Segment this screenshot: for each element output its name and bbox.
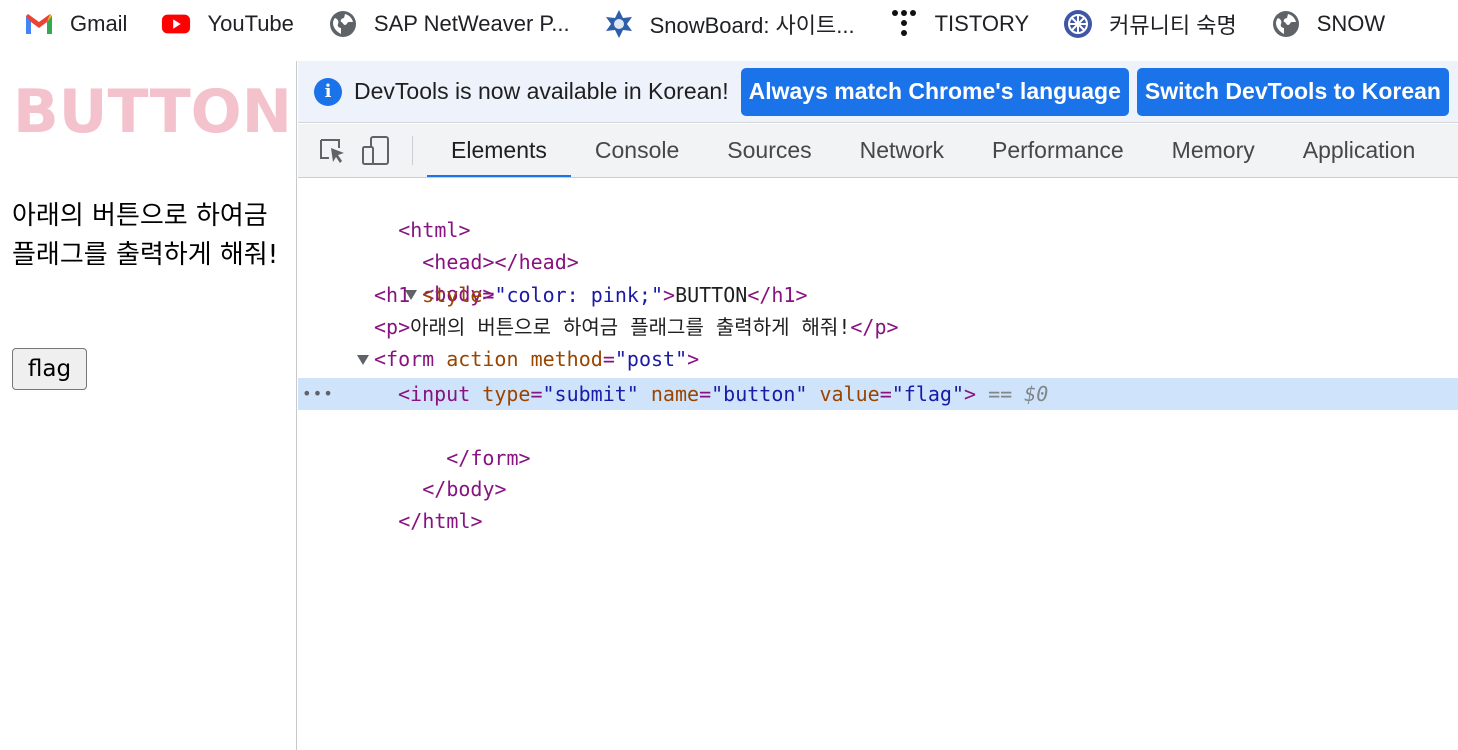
devtools-panel: i DevTools is now available in Korean! A…	[298, 61, 1458, 750]
device-toolbar-icon[interactable]	[354, 124, 398, 177]
bookmark-tistory[interactable]: TISTORY	[889, 0, 1029, 48]
bookmark-youtube[interactable]: YouTube	[161, 0, 294, 48]
snowflake-icon	[604, 9, 634, 39]
tab-network[interactable]: Network	[836, 124, 968, 177]
tab-elements[interactable]: Elements	[427, 124, 571, 177]
bookmark-gmail[interactable]: Gmail	[24, 0, 127, 48]
globe-icon	[328, 9, 358, 39]
switch-to-korean-button[interactable]: Switch DevTools to Korean	[1136, 67, 1449, 116]
tree-node-head[interactable]: <head></head>	[298, 214, 1458, 274]
devtools-tabbar: Elements Console Sources Network Perform…	[298, 124, 1458, 178]
tree-node-html[interactable]: <html>	[298, 182, 1458, 242]
language-infobar: i DevTools is now available in Korean! A…	[298, 61, 1458, 123]
bookmarks-bar: Gmail YouTube SAP NetWeaver P... SnowBoa…	[0, 0, 1458, 48]
page-viewport: BUTTON 아래의 버튼으로 하여금 플래그를 출력하게 해줘! flag	[0, 61, 297, 750]
infobar-message: DevTools is now available in Korean!	[354, 78, 729, 104]
always-match-language-button[interactable]: Always match Chrome's language	[740, 67, 1129, 116]
tree-node-p[interactable]: <p>아래의 버튼으로 하여금 플래그를 출력하게 해줘!</p>	[298, 311, 1458, 343]
bookmark-community[interactable]: 커뮤니티 숙명	[1063, 0, 1237, 48]
inspect-element-icon[interactable]	[310, 124, 354, 177]
youtube-icon	[161, 9, 191, 39]
page-paragraph: 아래의 버튼으로 하여금 플래그를 출력하게 해줘!	[12, 201, 279, 270]
tree-node-h1[interactable]: <h1 style="color: pink;">BUTTON</h1>	[298, 279, 1458, 311]
tistory-icon	[889, 9, 919, 39]
page-heading: BUTTON	[13, 77, 292, 147]
globe-icon	[1271, 9, 1301, 39]
info-icon: i	[314, 77, 342, 106]
tree-node-form[interactable]: <form action method="post">	[298, 343, 1458, 375]
tree-node-body[interactable]: <body>	[298, 246, 1458, 306]
gmail-icon	[24, 9, 54, 39]
expand-triangle-icon[interactable]	[357, 355, 369, 365]
tree-node-html-close[interactable]: </html>	[298, 473, 1458, 533]
community-icon	[1063, 9, 1093, 39]
tree-node-body-close[interactable]: </body>	[298, 441, 1458, 501]
more-options-icon[interactable]: •••	[302, 378, 334, 410]
tree-node-input-selected[interactable]: ••• <input type="submit" name="button" va…	[298, 378, 1458, 410]
bookmark-snow[interactable]: SNOW	[1271, 0, 1385, 48]
tab-console[interactable]: Console	[571, 124, 703, 177]
bookmark-sap-netweaver[interactable]: SAP NetWeaver P...	[328, 0, 570, 48]
flag-button[interactable]: flag	[12, 348, 87, 390]
bookmark-snowboard[interactable]: SnowBoard: 사이트...	[604, 0, 855, 48]
tab-memory[interactable]: Memory	[1148, 124, 1279, 177]
tree-node-form-close[interactable]: </form>	[298, 410, 1458, 470]
tab-performance[interactable]: Performance	[968, 124, 1148, 177]
tab-sources[interactable]: Sources	[703, 124, 835, 177]
tab-application[interactable]: Application	[1279, 124, 1440, 177]
toolbar-divider	[412, 136, 413, 165]
